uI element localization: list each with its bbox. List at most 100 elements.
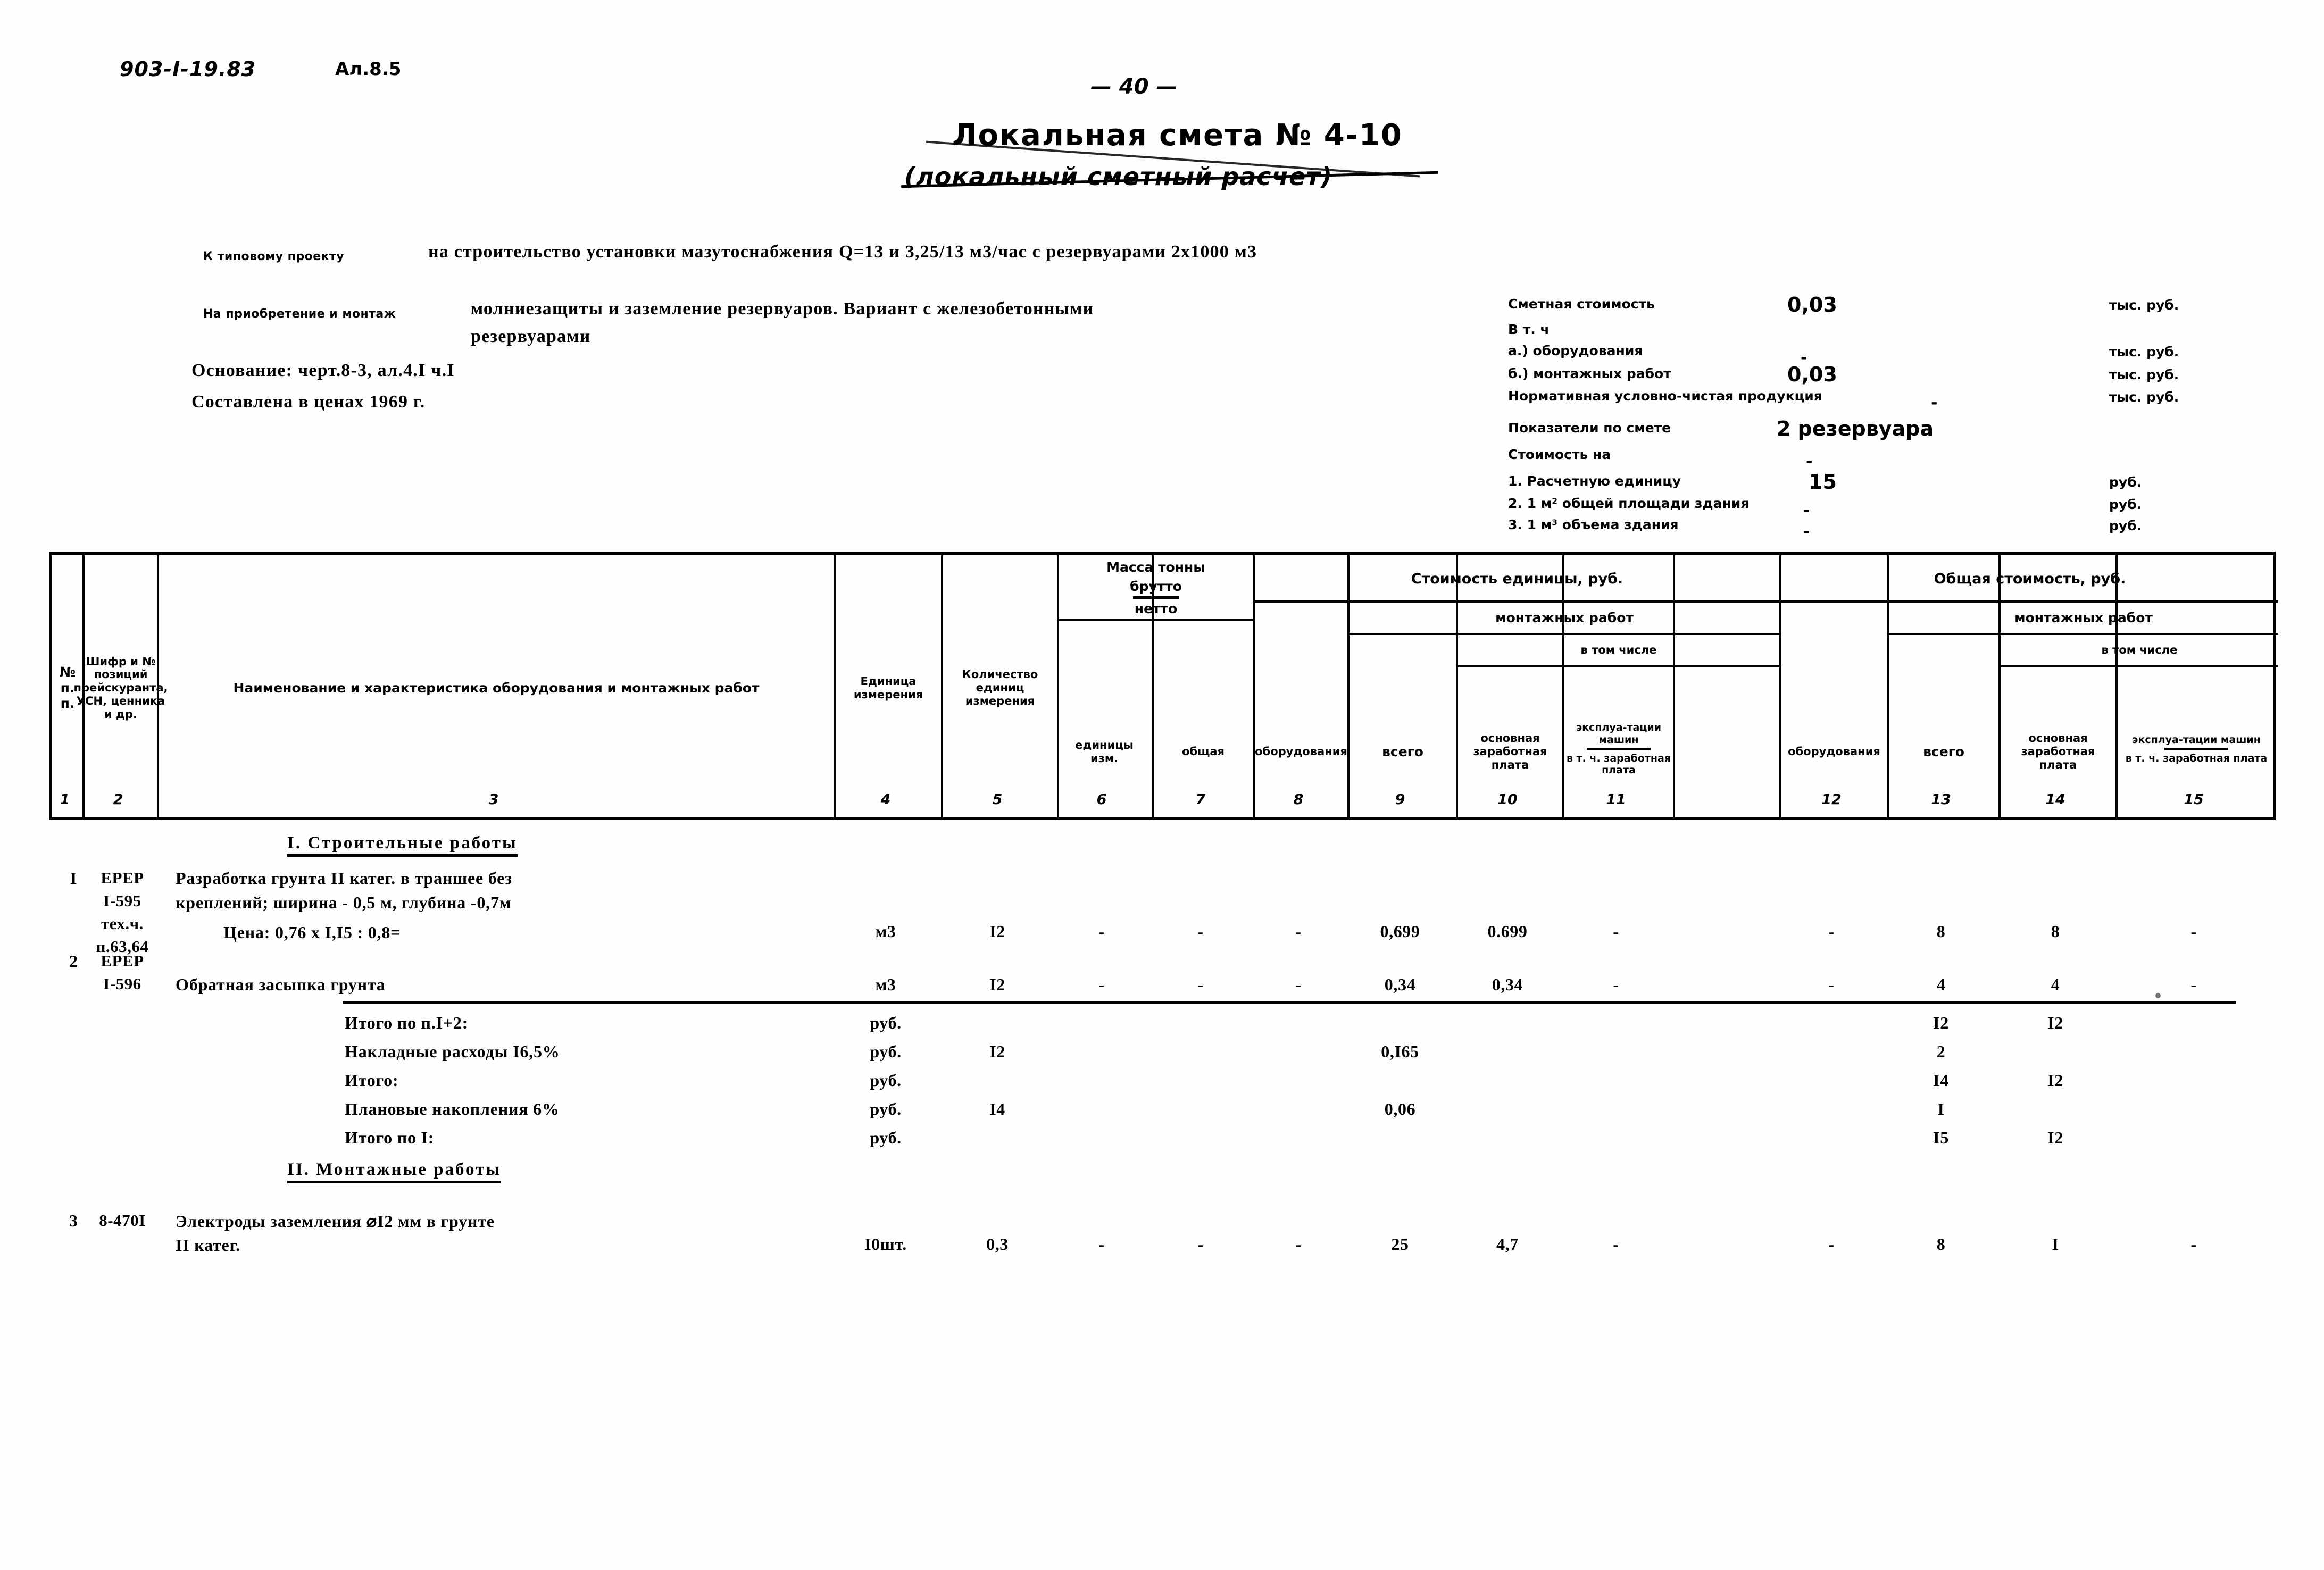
column-number: 7 <box>1195 791 1206 808</box>
column-number: 12 <box>1821 791 1842 808</box>
project-description: на строительство установки мазутоснабжен… <box>428 242 1257 262</box>
row-value-col14: I2 <box>2047 1128 2063 1147</box>
row-value-col10: 4,7 <box>1496 1234 1519 1254</box>
row-value-col15: - <box>2190 1234 2197 1254</box>
summary-row-label: Сметная стоимость <box>1508 296 1655 312</box>
header-group-unit-mount: монтажных работ <box>1495 609 1634 625</box>
row-value-col9: 25 <box>1391 1234 1409 1254</box>
summary-row-label: 2. 1 м² общей площади здания <box>1508 496 1750 511</box>
row-code-line: 8-470I <box>99 1211 146 1230</box>
column-number: 8 <box>1293 791 1304 808</box>
summary-row-label: б.) монтажных работ <box>1508 366 1671 381</box>
header-cell-description: Наименование и характеристика оборудован… <box>233 680 760 696</box>
summary-row-value: 2 резервуара <box>1777 417 1934 440</box>
row-value-col14: 4 <box>2051 975 2060 994</box>
column-number: 14 <box>2045 791 2065 808</box>
column-number: 10 <box>1497 791 1518 808</box>
header-group-total-mount: монтажных работ <box>2014 609 2153 625</box>
column-number: 11 <box>1606 791 1626 808</box>
row-value-col13: I5 <box>1933 1128 1949 1147</box>
header-group-total-included: в том числе <box>2101 644 2178 657</box>
header-group-unit-included: в том числе <box>1580 644 1657 657</box>
scan-artifact <box>2155 993 2161 998</box>
summary-row-value: - <box>1803 501 1810 520</box>
label-to-standard-project: К типовому проекту <box>203 250 345 263</box>
row-value-col4: руб. <box>870 1042 902 1061</box>
row-value-col5: I2 <box>989 975 1005 994</box>
row-description-line: Накладные расходы I6,5% <box>345 1042 560 1061</box>
subtitle-struck: (локальный сметный расчет) <box>901 140 1438 191</box>
row-code-line: I-596 <box>103 974 141 993</box>
column-number: 9 <box>1395 791 1405 808</box>
row-number: 2 <box>69 951 78 971</box>
header-cell-unit: Единица измерения <box>853 674 923 701</box>
header-group-total-cost: Общая стоимость, руб. <box>1934 570 2126 587</box>
row-value-col4: I0шт. <box>864 1234 907 1254</box>
header-cell-code: Шифр и № позиций прейскуранта, УСН, ценн… <box>73 655 168 721</box>
row-description-line: II катег. <box>176 1235 241 1255</box>
row-description-line: Обратная засыпка грунта <box>176 975 386 994</box>
row-value-col9: 0,699 <box>1380 922 1420 941</box>
row-value-col8: - <box>1295 975 1302 994</box>
row-description-line: креплений; ширина - 0,5 м, глубина -0,7м <box>176 893 512 912</box>
row-code-line: ЕРЕР <box>101 868 144 887</box>
row-code-line: тех.ч. <box>101 914 144 933</box>
group-rule-totalincl <box>1998 665 2278 667</box>
row-number: 3 <box>69 1211 78 1230</box>
row-number: I <box>70 868 77 888</box>
row-value-col15: - <box>2190 922 2197 941</box>
summary-row-unit: руб. <box>2109 518 2142 533</box>
row-value-col6: - <box>1098 1234 1105 1254</box>
row-code-line: ЕРЕР <box>101 951 144 970</box>
row-value-col13: 4 <box>1936 975 1946 994</box>
work-description-line-2: резервуарами <box>471 327 591 346</box>
row-description-line: Итого по п.I+2: <box>345 1013 469 1032</box>
group-rule-unitincl <box>1456 665 1779 667</box>
row-value-col6: - <box>1098 975 1105 994</box>
row-value-col11: - <box>1613 1234 1619 1254</box>
row-value-col4: руб. <box>870 1128 902 1147</box>
work-description-line-1: молниезащиты и заземление резервуаров. В… <box>471 299 1094 319</box>
row-value-col9: 0,34 <box>1384 975 1416 994</box>
fraction-bar <box>2164 748 2228 750</box>
row-value-col14: I2 <box>2047 1071 2063 1090</box>
row-value-col8: - <box>1295 922 1302 941</box>
summary-row-unit: тыс. руб. <box>2109 297 2179 313</box>
row-value-col5: I2 <box>989 922 1005 941</box>
column-number: 4 <box>880 791 891 808</box>
label-purchase-and-installation: На приобретение и монтаж <box>203 307 396 321</box>
estimate-table-body: I. Строительные работы I ЕРЕР I-595 тех.ч. п.… <box>49 822 2276 1391</box>
section-heading-text: I. Строительные работы <box>287 833 518 857</box>
row-value-col4: руб. <box>870 1013 902 1032</box>
summary-row-value: 0,03 <box>1787 363 1837 386</box>
subtotal-separator-rule <box>343 1001 2236 1004</box>
column-number-strip: 1 2 3 4 5 6 7 8 9 10 11 12 13 14 15 <box>49 783 2276 820</box>
album-code: Ал.8.5 <box>335 59 402 80</box>
summary-row-unit: руб. <box>2109 474 2142 490</box>
row-value-col13: I2 <box>1933 1013 1949 1032</box>
summary-row-label: В т. ч <box>1508 322 1550 337</box>
row-value-col13: 8 <box>1936 922 1946 941</box>
fraction-bar <box>1587 748 1651 750</box>
section-heading-text: II. Монтажные работы <box>287 1160 502 1183</box>
group-rule-mass <box>1057 619 1253 621</box>
basis-line: Основание: черт.8-3, ал.4.I ч.I <box>191 361 455 380</box>
row-value-col12: - <box>1828 1234 1835 1254</box>
row-value-col5: I2 <box>989 1042 1005 1061</box>
column-number: 5 <box>992 791 1003 808</box>
row-value-col13: I <box>1937 1099 1945 1118</box>
row-value-col9: 0,06 <box>1384 1099 1416 1118</box>
column-number: 13 <box>1931 791 1951 808</box>
row-description-line: Итого по I: <box>345 1128 435 1147</box>
column-number: 1 <box>60 791 70 808</box>
row-value-col11: - <box>1613 975 1619 994</box>
row-value-col13: 2 <box>1936 1042 1946 1061</box>
header-group-mass: Масса тонны брутто нетто <box>1106 559 1205 617</box>
summary-row-value: - <box>1803 522 1810 541</box>
row-value-col12: - <box>1828 922 1835 941</box>
row-value-col4: м3 <box>875 922 896 941</box>
row-value-col14: 8 <box>2051 922 2060 941</box>
section-heading: I. Строительные работы <box>287 833 518 857</box>
header-group-unit-cost: Стоимость единицы, руб. <box>1411 570 1623 587</box>
row-value-col7: - <box>1197 1234 1204 1254</box>
